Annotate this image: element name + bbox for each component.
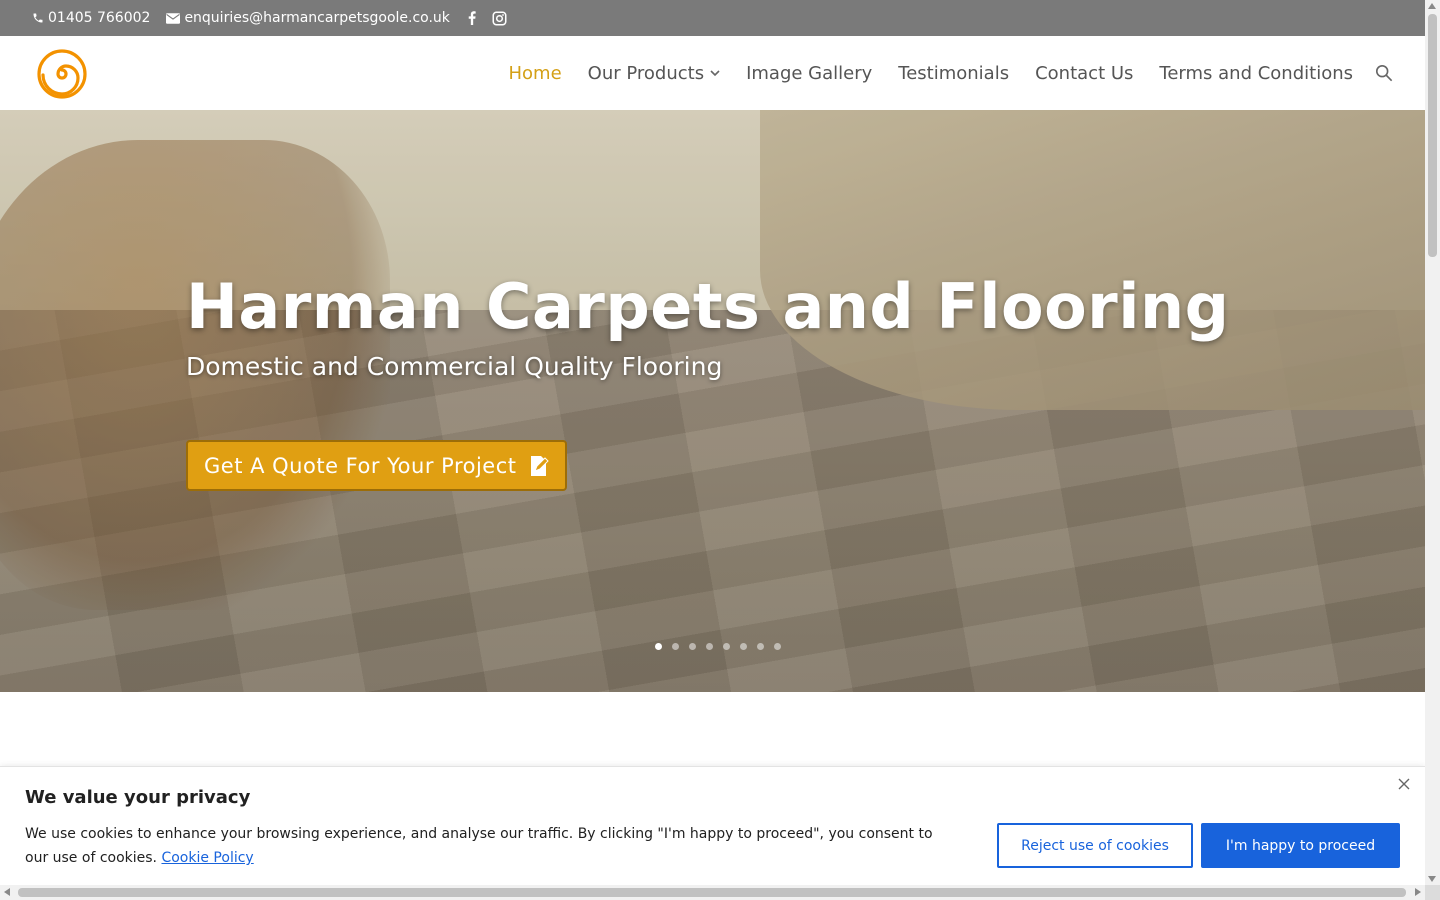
hero-subtitle: Domestic and Commercial Quality Flooring — [186, 352, 723, 381]
instagram-icon — [492, 11, 507, 25]
nav-image-gallery-label: Image Gallery — [746, 62, 873, 84]
site-header: Home Our Products Image Gallery Testimon… — [0, 36, 1425, 110]
cookie-consent-banner: We value your privacy We use cookies to … — [0, 766, 1425, 890]
nav-contact-us-label: Contact Us — [1035, 62, 1134, 84]
cookie-description: We use cookies to enhance your browsing … — [25, 822, 955, 870]
nav-home[interactable]: Home — [509, 63, 562, 84]
hero-slider: Harman Carpets and Flooring Domestic and… — [0, 110, 1425, 692]
nav-our-products-label: Our Products — [587, 62, 705, 84]
slide-dot-7[interactable] — [756, 643, 764, 650]
slider-pagination — [0, 643, 1425, 650]
slide-dot-1[interactable] — [654, 643, 662, 650]
reject-cookies-button[interactable]: Reject use of cookies — [997, 823, 1193, 868]
hero-overlay — [0, 110, 1425, 692]
search-icon[interactable] — [1375, 64, 1393, 82]
slide-dot-6[interactable] — [739, 643, 747, 650]
horizontal-scrollbar[interactable] — [0, 885, 1425, 900]
spiral-logo-icon[interactable] — [37, 49, 87, 99]
hero-title: Harman Carpets and Flooring — [186, 270, 1230, 343]
accept-cookies-button[interactable]: I'm happy to proceed — [1201, 823, 1400, 868]
phone-number: 01405 766002 — [48, 10, 151, 26]
nav-testimonials[interactable]: Testimonials — [898, 63, 1009, 84]
chevron-down-icon — [710, 69, 720, 76]
phone-contact[interactable]: 01405 766002 — [32, 10, 150, 26]
nav-our-products[interactable]: Our Products — [588, 63, 720, 84]
main-nav: Home Our Products Image Gallery Testimon… — [509, 36, 1354, 110]
email-contact[interactable]: enquiries@harmancarpetsgoole.co.uk — [166, 10, 450, 26]
close-icon[interactable] — [1397, 777, 1411, 791]
facebook-icon — [468, 11, 476, 25]
phone-icon — [33, 13, 43, 23]
scroll-left-icon[interactable] — [4, 888, 10, 896]
facebook-link[interactable] — [468, 11, 476, 25]
vertical-scrollbar[interactable] — [1425, 0, 1440, 885]
nav-terms-label: Terms and Conditions — [1159, 62, 1353, 84]
get-quote-label: Get A Quote For Your Project — [204, 453, 517, 478]
edit-document-icon — [530, 455, 549, 476]
get-quote-button[interactable]: Get A Quote For Your Project — [186, 440, 567, 491]
scroll-down-icon[interactable] — [1428, 876, 1436, 882]
nav-image-gallery[interactable]: Image Gallery — [746, 63, 872, 84]
nav-terms[interactable]: Terms and Conditions — [1159, 63, 1353, 84]
slide-dot-8[interactable] — [773, 643, 781, 650]
instagram-link[interactable] — [492, 11, 507, 26]
slide-dot-3[interactable] — [688, 643, 696, 650]
email-icon — [166, 12, 181, 24]
slide-dot-5[interactable] — [722, 643, 730, 650]
cookie-title: We value your privacy — [25, 787, 251, 808]
scroll-right-icon[interactable] — [1415, 888, 1421, 896]
vertical-scroll-thumb[interactable] — [1428, 14, 1437, 257]
email-address: enquiries@harmancarpetsgoole.co.uk — [184, 10, 450, 26]
nav-testimonials-label: Testimonials — [898, 62, 1010, 84]
scroll-up-icon[interactable] — [1428, 3, 1436, 9]
scrollbar-corner — [1425, 885, 1440, 900]
horizontal-scroll-thumb[interactable] — [18, 888, 1406, 897]
cookie-policy-link[interactable]: Cookie Policy — [161, 850, 253, 866]
nav-contact-us[interactable]: Contact Us — [1035, 63, 1133, 84]
top-bar: 01405 766002 enquiries@harmancarpetsgool… — [0, 0, 1425, 36]
slide-dot-4[interactable] — [705, 643, 713, 650]
nav-home-label: Home — [508, 62, 562, 84]
slide-dot-2[interactable] — [671, 643, 679, 650]
